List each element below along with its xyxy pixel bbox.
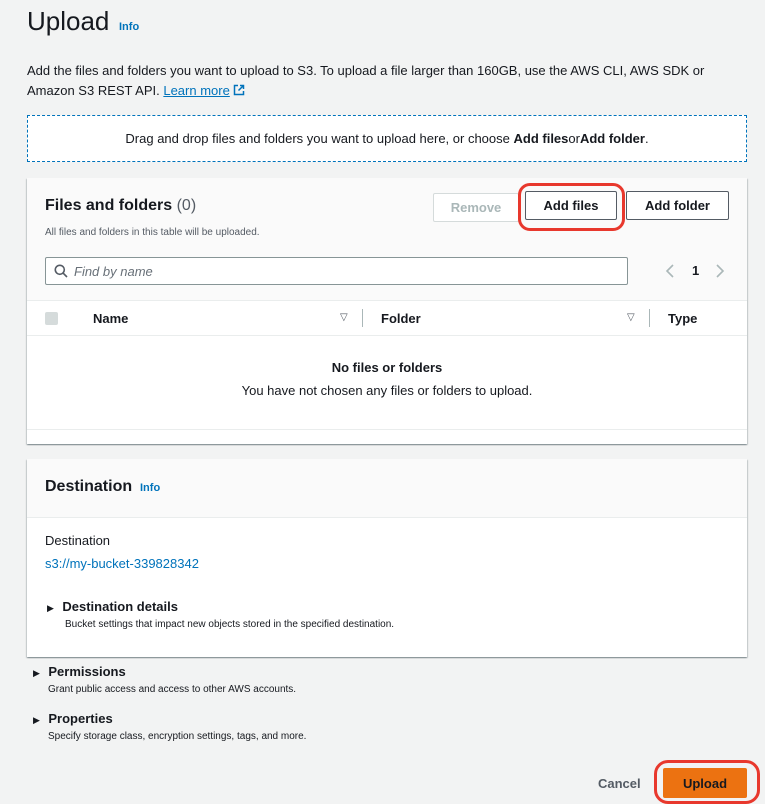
intro-description: Add the files and folders you want to up… [27, 63, 705, 98]
empty-state-description: You have not chosen any files or folders… [241, 383, 533, 398]
properties-description: Specify storage class, encryption settin… [48, 731, 307, 742]
page-number[interactable]: 1 [692, 263, 699, 278]
destination-panel: Destination Info Destination s3://my-buc… [27, 459, 747, 657]
column-name[interactable]: Name [93, 311, 128, 326]
permissions-expander[interactable]: ▶ Permissions [33, 663, 126, 681]
search-icon [54, 264, 68, 278]
external-link-icon[interactable] [233, 84, 245, 96]
sort-icon[interactable]: ▽ [340, 312, 348, 323]
files-heading: Files and folders (0) [45, 197, 196, 215]
intro-text: Add the files and folders you want to up… [27, 61, 747, 101]
dropzone-add-files: Add files [513, 131, 569, 146]
caret-right-icon: ▶ [47, 603, 54, 613]
remove-button[interactable]: Remove [433, 193, 519, 222]
column-type[interactable]: Type [668, 311, 697, 326]
cancel-button[interactable]: Cancel [598, 776, 641, 791]
chevron-left-icon[interactable] [665, 264, 675, 278]
empty-state-title: No files or folders [331, 360, 443, 375]
destination-info-link[interactable]: Info [140, 482, 160, 494]
caret-right-icon: ▶ [33, 715, 40, 725]
files-and-folders-panel: Files and folders (0) All files and fold… [27, 178, 747, 444]
caret-right-icon: ▶ [33, 668, 40, 678]
properties-title[interactable]: Properties [48, 711, 112, 726]
destination-details-description: Bucket settings that impact new objects … [65, 619, 395, 630]
destination-heading: Destination [45, 478, 133, 495]
info-link[interactable]: Info [119, 21, 139, 33]
chevron-right-icon[interactable] [715, 264, 725, 278]
permissions-title[interactable]: Permissions [48, 664, 125, 679]
add-files-highlight [518, 183, 625, 231]
permissions-description: Grant public access and access to other … [48, 684, 297, 695]
page-title: Upload [27, 6, 110, 36]
destination-details-expander[interactable]: ▶ Destination details [47, 598, 178, 616]
destination-link[interactable]: s3://my-bucket-339828342 [45, 556, 199, 571]
sort-icon[interactable]: ▽ [627, 312, 635, 323]
destination-label: Destination [45, 533, 111, 548]
select-all-checkbox[interactable] [45, 312, 58, 325]
files-heading-text: Files and folders [45, 197, 173, 214]
files-count: (0) [176, 197, 197, 214]
learn-more-link[interactable]: Learn more [163, 83, 229, 98]
search-box[interactable] [45, 257, 628, 285]
upload-highlight [654, 760, 760, 804]
dropzone-text: Drag and drop files and folders you want… [125, 131, 510, 146]
add-folder-button[interactable]: Add folder [626, 191, 729, 220]
dropzone-end: . [644, 131, 649, 146]
properties-expander[interactable]: ▶ Properties [33, 710, 113, 728]
dropzone-or: or [568, 131, 580, 146]
destination-details-title[interactable]: Destination details [62, 599, 178, 614]
dropzone-add-folder: Add folder [579, 131, 645, 146]
column-folder[interactable]: Folder [381, 311, 421, 326]
files-subtitle: All files and folders in this table will… [45, 227, 260, 238]
search-input[interactable] [74, 262, 614, 280]
upload-dropzone[interactable]: Drag and drop files and folders you want… [27, 115, 747, 162]
